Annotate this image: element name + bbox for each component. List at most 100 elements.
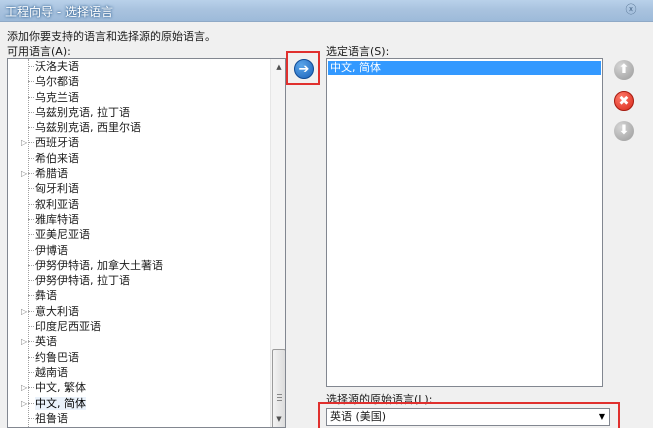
tree-item-label: 西班牙语 [35, 136, 79, 150]
tree-item[interactable]: 伊博语 [8, 243, 268, 258]
expand-arrow-icon[interactable]: ▷ [21, 166, 29, 181]
tree-item-label: 匈牙利语 [35, 182, 79, 196]
tree-connector [28, 295, 34, 297]
tree-item[interactable]: 乌兹别克语, 拉丁语 [8, 105, 268, 120]
window-title: 工程向导 - 选择语言 [5, 5, 113, 19]
tree-item-label: 彝语 [35, 289, 57, 303]
tree-item[interactable]: 乌克兰语 [8, 90, 268, 105]
expand-arrow-icon[interactable]: ▷ [21, 380, 29, 395]
source-language-value: 英语 (美国) [330, 410, 387, 423]
tree-item-label: 乌克兰语 [35, 90, 79, 104]
tree-connector [28, 264, 34, 266]
instruction-text: 添加你要支持的语言和选择源的原始语言。 [7, 30, 216, 43]
tree-item[interactable]: ▷ 意大利语 [8, 304, 268, 319]
selected-languages-list[interactable]: 中文, 简体 [326, 58, 603, 387]
tree-item-label: 意大利语 [35, 304, 79, 318]
tree-item[interactable]: ▷ 西班牙语 [8, 135, 268, 150]
add-language-button[interactable]: ➔ [294, 59, 314, 79]
tree-connector [28, 157, 34, 159]
tree-connector [28, 111, 34, 113]
expand-arrow-icon[interactable]: ▷ [21, 304, 29, 319]
tree-connector [28, 356, 34, 358]
expand-arrow-icon[interactable]: ▷ [21, 334, 29, 349]
tree-item[interactable]: 伊努伊特语, 拉丁语 [8, 273, 268, 288]
tree-item-label: 祖鲁语 [35, 411, 68, 425]
tree-item-label: 叙利亚语 [35, 197, 79, 211]
tree-item[interactable]: 沃洛夫语 [8, 59, 268, 74]
tree-item-label: 乌尔都语 [35, 75, 79, 89]
move-up-button[interactable]: ⬆ [614, 60, 634, 80]
available-languages-tree[interactable]: 沃洛夫语乌尔都语 乌克兰语 乌兹别克语, 拉丁语 乌兹别克语, 西里尔语 ▷ 西班牙语 希伯… [7, 58, 286, 428]
arrow-up-icon: ⬆ [618, 62, 630, 77]
tree-item[interactable]: 彝语 [8, 288, 268, 303]
add-button-highlight: ➔ [286, 51, 320, 85]
tree-item[interactable]: 叙利亚语 [8, 197, 268, 212]
tree-item[interactable]: 印度尼西亚语 [8, 319, 268, 334]
tree-item[interactable]: 乌尔都语 [8, 74, 268, 89]
tree-connector [28, 234, 34, 236]
tree-item[interactable]: 约鲁巴语 [8, 350, 268, 365]
tree-item-label: 越南语 [35, 365, 68, 379]
tree-item-label: 雅库特语 [35, 212, 79, 226]
tree-item[interactable]: 祖鲁语 [8, 411, 268, 426]
tree-item[interactable]: 雅库特语 [8, 212, 268, 227]
tree-connector [28, 203, 34, 205]
tree-item[interactable]: 乌兹别克语, 西里尔语 [8, 120, 268, 135]
tree-item[interactable]: ▷ 希腊语 [8, 166, 268, 181]
selected-language-item[interactable]: 中文, 简体 [328, 61, 601, 75]
tree-item-label: 中文, 繁体 [35, 381, 86, 395]
scroll-up-arrow-icon[interactable]: ▲ [271, 59, 285, 75]
title-bar: 工程向导 - 选择语言 ⓧ [0, 0, 653, 22]
tree-item-label: 希伯来语 [35, 151, 79, 165]
selected-languages-label: 选定语言(S): [326, 45, 390, 58]
tree-connector [28, 127, 34, 129]
tree-item[interactable]: ▷ 中文, 繁体 [8, 380, 268, 395]
tree-item-label: 伊努伊特语, 加拿大土著语 [35, 258, 163, 272]
tree-item-label: 希腊语 [35, 167, 68, 181]
close-icon[interactable]: ⓧ [623, 1, 639, 18]
tree-items: 沃洛夫语乌尔都语 乌克兰语 乌兹别克语, 拉丁语 乌兹别克语, 西里尔语 ▷ 西班牙语 希伯… [8, 59, 268, 426]
tree-item[interactable]: 匈牙利语 [8, 181, 268, 196]
tree-connector [28, 249, 34, 251]
tree-item-label: 乌兹别克语, 西里尔语 [35, 121, 141, 135]
tree-item-label: 英语 [35, 335, 57, 349]
thumb-grip [277, 400, 282, 401]
tree-item-label: 中文, 简体 [35, 396, 86, 410]
tree-item-label: 印度尼西亚语 [35, 320, 101, 334]
tree-connector [28, 81, 34, 83]
thumb-grip [277, 397, 282, 398]
expand-arrow-icon[interactable]: ▷ [21, 135, 29, 150]
scroll-down-arrow-icon[interactable]: ▼ [271, 411, 285, 427]
move-down-button[interactable]: ⬇ [614, 121, 634, 141]
source-language-select[interactable]: 英语 (美国) ▼ [326, 408, 610, 426]
tree-item-label: 伊博语 [35, 243, 68, 257]
tree-item[interactable]: ▷ 中文, 简体 [8, 396, 268, 411]
vertical-scrollbar[interactable]: ▲ ▼ [270, 59, 285, 427]
tree-connector [28, 371, 34, 373]
tree-connector [28, 417, 34, 419]
tree-item[interactable]: 希伯来语 [8, 151, 268, 166]
thumb-grip [277, 394, 282, 395]
tree-item-label: 亚美尼亚语 [35, 228, 90, 242]
tree-item[interactable]: ▷ 英语 [8, 334, 268, 349]
source-language-highlight: 英语 (美国) ▼ [318, 402, 620, 428]
tree-item[interactable]: 伊努伊特语, 加拿大土著语 [8, 258, 268, 273]
tree-item[interactable]: 亚美尼亚语 [8, 227, 268, 242]
tree-connector [28, 96, 34, 98]
tree-connector [28, 66, 34, 67]
remove-x-icon: ✖ [618, 94, 630, 109]
tree-item-label: 伊努伊特语, 拉丁语 [35, 274, 130, 288]
tree-connector [28, 326, 34, 328]
tree-connector [28, 218, 34, 220]
chevron-down-icon: ▼ [598, 412, 605, 421]
tree-item-label: 约鲁巴语 [35, 350, 79, 364]
available-languages-label: 可用语言(A): [7, 45, 71, 58]
expand-arrow-icon[interactable]: ▷ [21, 396, 29, 411]
tree-connector [28, 188, 34, 190]
arrow-right-icon: ➔ [298, 62, 310, 77]
tree-item-label: 沃洛夫语 [35, 60, 79, 73]
tree-connector [28, 280, 34, 282]
tree-item[interactable]: 越南语 [8, 365, 268, 380]
remove-language-button[interactable]: ✖ [614, 91, 634, 111]
tree-item-label: 乌兹别克语, 拉丁语 [35, 105, 130, 119]
